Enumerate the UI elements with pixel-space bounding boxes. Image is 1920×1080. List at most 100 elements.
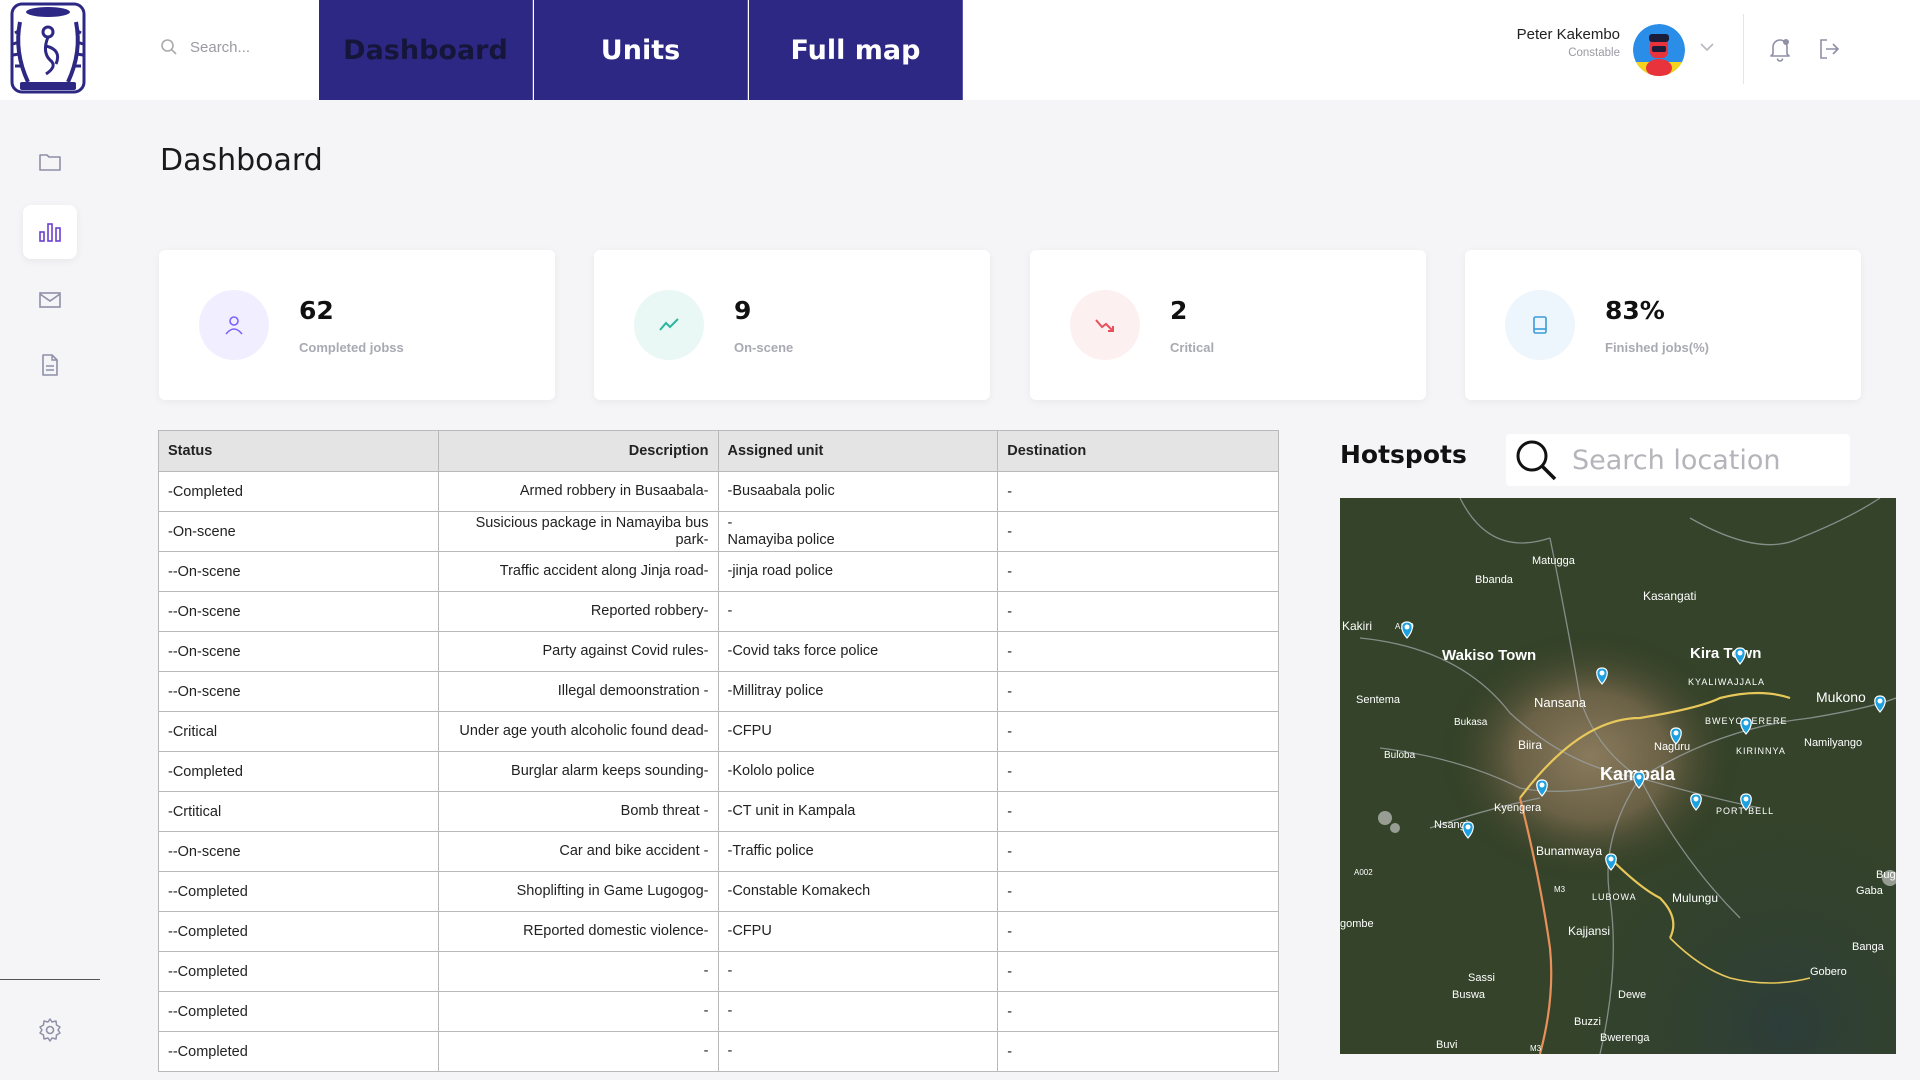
map-label: Bugi — [1876, 869, 1896, 881]
tab-units[interactable]: Units — [534, 0, 748, 100]
cell-status: --On-scene — [158, 591, 439, 632]
cell-status: -Critical — [158, 711, 439, 752]
cell-destination: - — [997, 631, 1279, 672]
cell-status: -Completed — [158, 471, 439, 512]
cell-assigned-unit: - — [717, 591, 999, 632]
table-row[interactable]: --Completed - - - — [158, 991, 1279, 1032]
table-row[interactable]: -Completed Burglar alarm keeps sounding- -… — [158, 751, 1279, 792]
stat-icon-circle — [199, 290, 269, 360]
cell-assigned-unit: - — [717, 1031, 999, 1072]
map-label: Namilyango — [1804, 737, 1862, 749]
header-divider — [1743, 14, 1744, 84]
column-header-destination[interactable]: Destination — [997, 430, 1279, 472]
map-label: Sassi — [1468, 972, 1495, 984]
gear-icon — [39, 1018, 61, 1042]
sidebar-item-settings[interactable] — [23, 1003, 77, 1057]
cell-status: --Completed — [158, 1031, 439, 1072]
map-label: Buswa — [1452, 989, 1486, 1001]
search-icon — [161, 39, 177, 55]
column-header-description[interactable]: Description — [437, 430, 719, 472]
column-header-status[interactable]: Status — [158, 430, 439, 472]
table-row[interactable]: --On-scene Illegal demoonstration - -Milli… — [158, 671, 1279, 712]
logout-icon[interactable] — [1816, 36, 1842, 62]
cell-assigned-unit: -CT unit in Kampala — [717, 791, 999, 832]
cell-destination: - — [997, 671, 1279, 712]
table-row[interactable]: --Completed Shoplifting in Game Lugogog- -… — [158, 871, 1279, 912]
table-row[interactable]: --Completed REported domestic violence- -C… — [158, 911, 1279, 952]
cell-assigned-unit: - — [717, 991, 999, 1032]
map-label: Naguru — [1654, 741, 1690, 753]
cell-assigned-unit: -jinja road police — [717, 551, 999, 592]
cell-description: Bomb threat - — [437, 791, 719, 832]
map-label: Banga — [1852, 941, 1885, 953]
police-emblem-logo — [10, 2, 86, 94]
table-row[interactable]: -Crtitical Bomb threat - -CT unit in Kampa… — [158, 791, 1279, 832]
header-search[interactable] — [160, 38, 310, 56]
cell-destination: - — [997, 791, 1279, 832]
location-search[interactable] — [1506, 434, 1850, 486]
table-row[interactable]: --On-scene Reported robbery- - - — [158, 591, 1279, 632]
tab-dashboard[interactable]: Dashboard — [319, 0, 533, 100]
chevron-down-icon[interactable] — [1698, 38, 1716, 56]
column-header-assigned-unit[interactable]: Assigned unit — [717, 430, 999, 472]
map-label: KIRINNYA — [1736, 746, 1786, 756]
table-row[interactable]: --On-scene Car and bike accident - -Traffi… — [158, 831, 1279, 872]
map-label: Bunamwaya — [1536, 844, 1602, 858]
map-label: Buvi — [1436, 1039, 1457, 1051]
cell-assigned-unit: -Millitray police — [717, 671, 999, 712]
avatar[interactable] — [1633, 24, 1685, 76]
sidebar-item-dashboard[interactable] — [23, 205, 77, 259]
table-row[interactable]: -On-scene Susicious package in Namayiba b… — [158, 511, 1279, 552]
mail-icon — [39, 292, 61, 308]
cell-status: --On-scene — [158, 551, 439, 592]
location-search-input[interactable] — [1572, 444, 1842, 476]
sidebar-item-folder[interactable] — [23, 135, 77, 189]
cell-destination: - — [997, 551, 1279, 592]
map-label: gombe — [1340, 918, 1374, 930]
cell-destination: - — [997, 831, 1279, 872]
table-header-row: Status Description Assigned unit Destina… — [158, 430, 1279, 472]
cell-assigned-unit: -CFPU — [717, 911, 999, 952]
hotspots-map[interactable]: Matugga Bbanda Kasangati Kakiri A109 Wak… — [1340, 498, 1896, 1054]
cell-description: Reported robbery- — [437, 591, 719, 632]
sidebar-item-documents[interactable] — [23, 338, 77, 392]
stat-card-critical: 2 Critical — [1030, 250, 1426, 400]
table-row[interactable]: -Critical Under age youth alcoholic found… — [158, 711, 1279, 752]
cell-status: --On-scene — [158, 671, 439, 712]
table-row[interactable]: --On-scene Traffic accident along Jinja r… — [158, 551, 1279, 592]
cell-destination: - — [997, 911, 1279, 952]
user-icon — [225, 316, 243, 335]
stat-icon-circle — [1070, 290, 1140, 360]
cell-status: --Completed — [158, 951, 439, 992]
cell-status: -Completed — [158, 751, 439, 792]
stat-value: 83% — [1605, 296, 1665, 325]
stat-card-finished: 83% Finished jobs(%) — [1465, 250, 1861, 400]
trend-down-icon — [1095, 319, 1114, 332]
hotspots-title: Hotspots — [1340, 440, 1467, 469]
sidebar-item-mail[interactable] — [23, 273, 77, 327]
cell-status: --Completed — [158, 991, 439, 1032]
table-row[interactable]: --Completed - - - — [158, 1031, 1279, 1072]
bell-icon[interactable] — [1768, 36, 1792, 62]
cell-status: --Completed — [158, 871, 439, 912]
map-label: LUBOWA — [1592, 892, 1637, 902]
stat-label: Completed jobss — [299, 340, 404, 355]
map-label: Dewe — [1618, 989, 1646, 1001]
table-row[interactable]: -Completed Armed robbery in Busaabala- -Bu… — [158, 471, 1279, 512]
stat-icon-circle — [1505, 290, 1575, 360]
table-row[interactable]: --On-scene Party against Covid rules- -Cov… — [158, 631, 1279, 672]
tab-full-map[interactable]: Full map — [749, 0, 963, 100]
map-label: Matugga — [1532, 555, 1576, 567]
header-search-input[interactable] — [190, 38, 310, 56]
stat-icon-circle — [634, 290, 704, 360]
map-label: Kakiri — [1342, 619, 1372, 633]
map-label: Kajjansi — [1568, 924, 1610, 938]
table-row[interactable]: --Completed - - - — [158, 951, 1279, 992]
folder-icon — [39, 154, 61, 171]
cell-description: - — [437, 951, 719, 992]
cell-destination: - — [997, 511, 1279, 552]
map-label: Kira Town — [1690, 645, 1761, 662]
cell-assigned-unit: -CFPU — [717, 711, 999, 752]
map-label: Buloba — [1384, 750, 1416, 761]
cell-description: Party against Covid rules- — [437, 631, 719, 672]
